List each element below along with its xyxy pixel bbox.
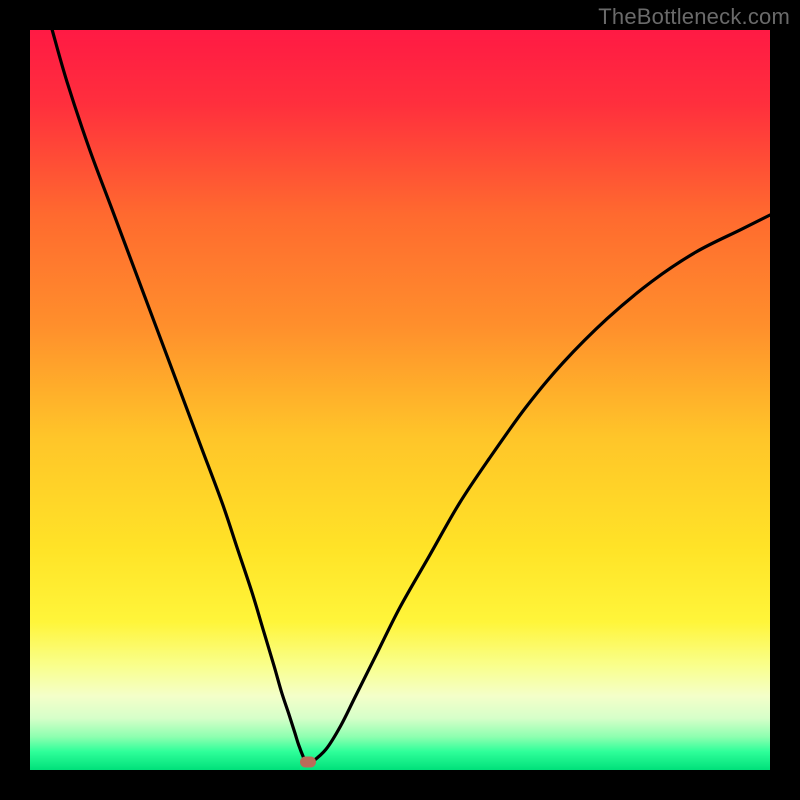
watermark-text: TheBottleneck.com — [598, 4, 790, 30]
plot-area — [30, 30, 770, 770]
chart-svg — [30, 30, 770, 770]
optimal-point-marker — [300, 756, 316, 767]
chart-frame: TheBottleneck.com — [0, 0, 800, 800]
gradient-background — [30, 30, 770, 770]
